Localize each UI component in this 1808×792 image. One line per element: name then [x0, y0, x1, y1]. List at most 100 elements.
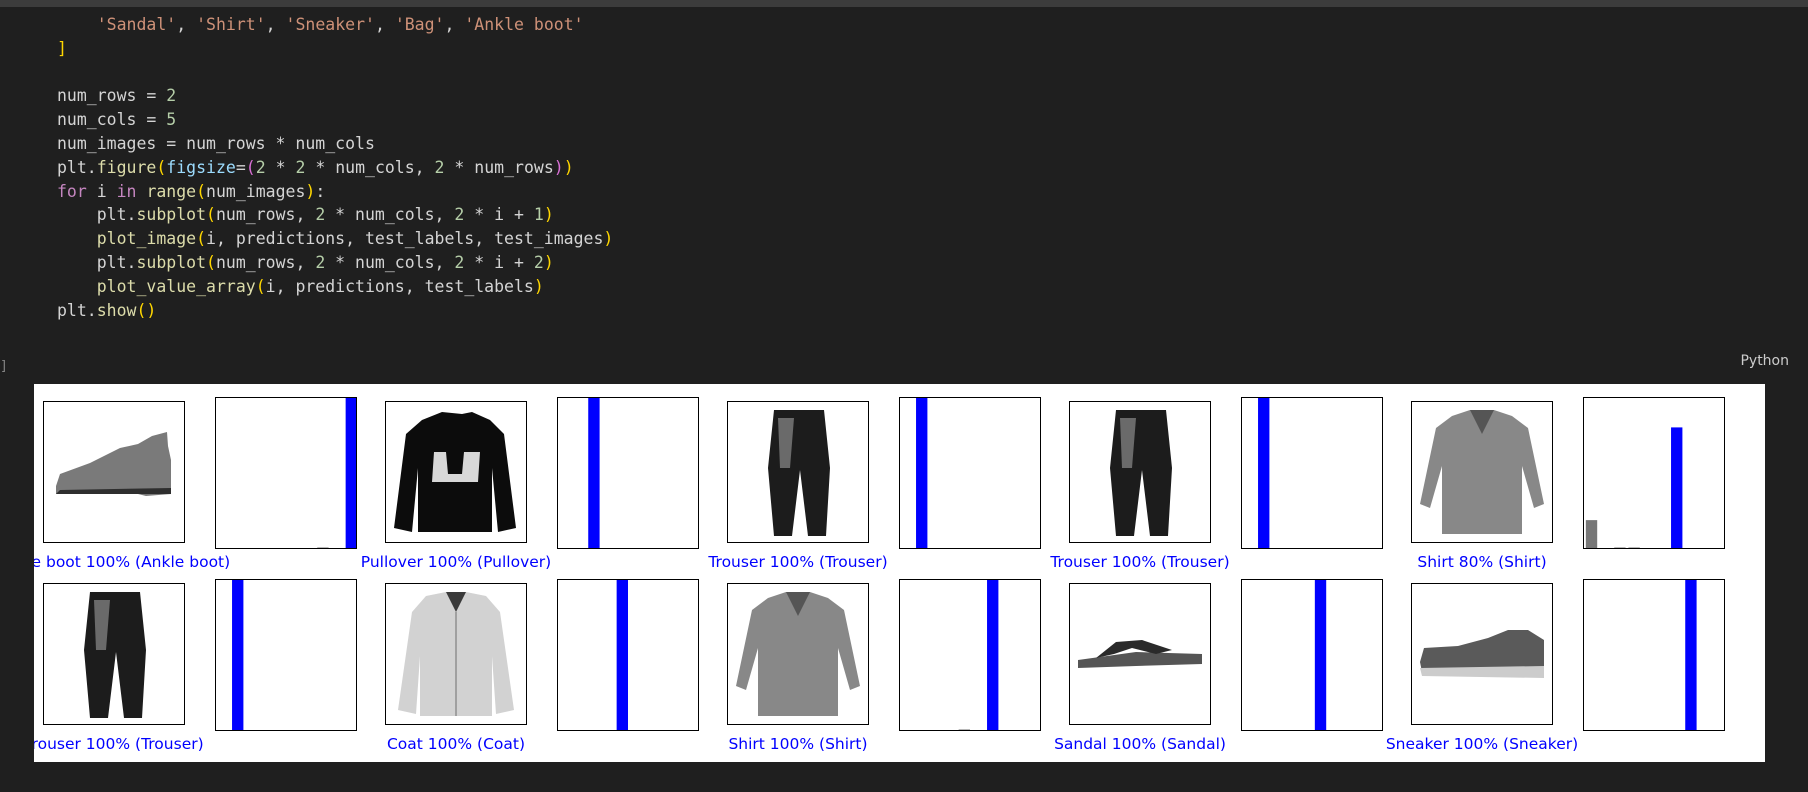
- code-token: ,: [374, 15, 395, 34]
- prediction-label: Sandal 100% (Sandal): [1054, 735, 1226, 753]
- code-token: 'Sandal': [96, 15, 177, 34]
- code-token: figsize: [166, 157, 236, 177]
- code-line[interactable]: for i in range(num_images):: [57, 180, 613, 204]
- probability-bar: [916, 397, 928, 549]
- value-array-subplot: [215, 397, 357, 549]
- code-token: =: [235, 157, 246, 177]
- code-line[interactable]: num_images = num_rows * num_cols: [57, 132, 613, 156]
- value-array-subplot: [899, 397, 1041, 549]
- image-subplot: [727, 401, 869, 543]
- code-line[interactable]: num_cols = 5: [57, 108, 613, 132]
- value-array-subplot: [899, 579, 1041, 731]
- code-token: i, predictions, test_labels: [265, 276, 534, 296]
- prediction-label: Sneaker 100% (Sneaker): [1386, 735, 1578, 753]
- prediction-label: Trouser 100% (Trouser): [707, 553, 887, 571]
- code-token: (: [156, 157, 167, 177]
- probability-bar: [1585, 520, 1598, 549]
- code-token: (: [206, 205, 216, 225]
- code-token: 'Sneaker': [285, 15, 375, 34]
- cell-execution-bracket: ]: [0, 359, 8, 374]
- probability-bar: [345, 397, 357, 549]
- code-token: (: [245, 157, 256, 177]
- code-token: (: [196, 181, 207, 201]
- code-token: plt.: [57, 157, 97, 177]
- code-token: 2: [166, 86, 177, 106]
- value-array-subplot: [557, 579, 699, 731]
- code-token: *: [265, 157, 296, 177]
- cell-output: Ankle boot 100% (Ankle boot) Pullover 100…: [34, 384, 1765, 762]
- value-array-subplot: [1241, 397, 1383, 549]
- code-token: * i +: [464, 252, 534, 272]
- code-token: (): [136, 300, 157, 320]
- code-token: 2: [315, 205, 326, 225]
- code-line[interactable]: 'Sandal', 'Shirt', 'Sneaker', 'Bag', 'An…: [57, 13, 613, 37]
- value-array-subplot: [215, 579, 357, 731]
- code-line[interactable]: plt.show(): [57, 299, 613, 323]
- prediction-label: Trouser 100% (Trouser): [1049, 553, 1229, 571]
- language-label[interactable]: Python: [1732, 349, 1797, 373]
- code-token: ): [603, 229, 614, 249]
- code-token: 5: [166, 110, 177, 130]
- code-token: subplot: [136, 205, 207, 225]
- value-array-subplot: [557, 397, 699, 549]
- code-token: * num_rows: [444, 157, 554, 177]
- coat-icon-shape: [455, 612, 457, 716]
- code-token: ): [563, 157, 574, 177]
- image-subplot: [1411, 401, 1553, 543]
- code-token: 2: [434, 157, 445, 177]
- code-token: 2: [533, 252, 544, 272]
- code-line[interactable]: [57, 61, 613, 85]
- bar-background: [557, 397, 699, 549]
- pullover-icon: [394, 412, 516, 532]
- code-token: 2: [454, 205, 465, 225]
- code-line[interactable]: plt.subplot(num_rows, 2 * num_cols, 2 * …: [57, 251, 613, 275]
- bar-background: [215, 397, 357, 549]
- code-line[interactable]: ]: [57, 37, 613, 61]
- code-line[interactable]: plot_image(i, predictions, test_labels, …: [57, 227, 614, 251]
- code-token: ): [533, 276, 544, 296]
- probability-bar: [1258, 397, 1270, 549]
- code-token: 2: [295, 157, 306, 177]
- code-token: (: [255, 276, 266, 296]
- code-token: 2: [255, 157, 266, 177]
- matplotlib-figure: Ankle boot 100% (Ankle boot) Pullover 100…: [34, 397, 1725, 753]
- code-cell[interactable]: 'Sandal', 'Shirt', 'Sneaker', 'Bag', 'An…: [0, 7, 1797, 374]
- value-array-subplot: [1241, 579, 1383, 731]
- code-line[interactable]: num_rows = 2: [57, 84, 613, 108]
- image-subplot: [1411, 583, 1553, 725]
- image-subplot: [1069, 401, 1211, 543]
- code-line[interactable]: plot_value_array(i, predictions, test_la…: [57, 275, 613, 299]
- code-token: 'Shirt': [196, 15, 266, 34]
- code-token: num_rows,: [215, 252, 316, 272]
- code-token: ): [305, 181, 316, 201]
- probability-bar: [1685, 579, 1697, 731]
- code-token: num_images: [206, 181, 306, 201]
- value-array-subplot: [1583, 397, 1725, 549]
- image-subplot: [385, 583, 527, 725]
- bar-background: [1583, 397, 1725, 549]
- prediction-label: Trouser 100% (Trouser): [34, 735, 204, 753]
- code-token: num_cols =: [57, 110, 167, 130]
- pullover-icon-shape: [394, 412, 516, 532]
- probability-bar: [616, 579, 628, 731]
- probability-bar: [1314, 579, 1327, 731]
- image-subplot: [385, 401, 527, 543]
- code-line[interactable]: plt.figure(figsize=(2 * 2 * num_cols, 2 …: [57, 156, 613, 180]
- code-token: 'Bag': [394, 15, 445, 34]
- code-token: ,: [176, 15, 197, 34]
- bar-background: [1241, 579, 1383, 731]
- code-line[interactable]: plt.subplot(num_rows, 2 * num_cols, 2 * …: [57, 203, 613, 227]
- value-array-subplot: [1583, 579, 1725, 731]
- code-token: in: [116, 181, 137, 201]
- probability-bar: [987, 579, 999, 731]
- code-token: num_images = num_rows * num_cols: [57, 133, 375, 153]
- image-subplot: [727, 583, 869, 725]
- code-token: * num_cols,: [325, 252, 455, 272]
- code-token: 'Ankle boot': [464, 15, 584, 34]
- code-editor[interactable]: 'Sandal', 'Shirt', 'Sneaker', 'Bag', 'An…: [57, 13, 613, 322]
- code-token: 2: [454, 252, 465, 272]
- image-subplot: [43, 583, 185, 725]
- code-token: ,: [444, 15, 465, 34]
